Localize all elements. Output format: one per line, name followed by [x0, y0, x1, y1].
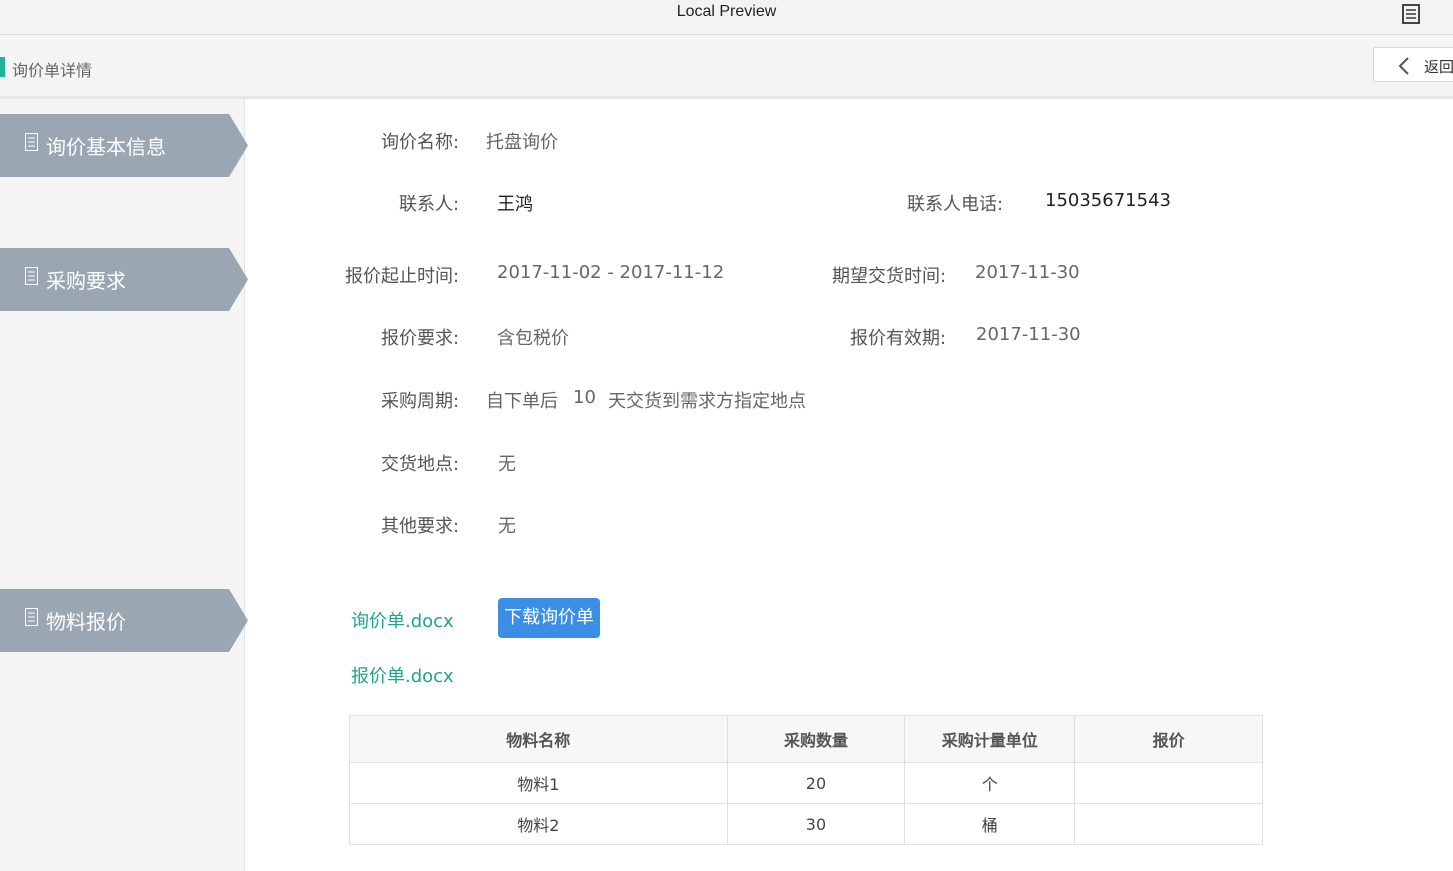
cell-material-name: 物料2 — [349, 803, 728, 845]
title-accent-bar — [0, 57, 5, 77]
nav-tab-label: 询价基本信息 — [46, 135, 166, 159]
col-header-quote: 报价 — [1074, 715, 1263, 763]
table-row: 物料2 30 桶 — [349, 803, 1263, 845]
nav-tab-label: 采购要求 — [46, 269, 126, 293]
inquiry-name-value: 托盘询价 — [486, 132, 558, 153]
quote-file-link[interactable]: 报价单.docx — [351, 662, 454, 688]
list-icon[interactable] — [1400, 3, 1422, 25]
col-header-unit: 采购计量单位 — [904, 715, 1076, 763]
delivery-date-value: 2017-11-30 — [975, 262, 1080, 283]
other-requirements-label: 其他要求: — [381, 516, 460, 537]
material-table: 物料名称 采购数量 采购计量单位 报价 物料1 20 个 物料2 30 桶 — [349, 715, 1263, 845]
purchase-cycle-label: 采购周期: — [381, 391, 460, 412]
document-icon — [25, 267, 38, 285]
quote-period-value: 2017-11-02 - 2017-11-12 — [497, 262, 725, 283]
purchase-cycle-suffix: 天交货到需求方指定地点 — [608, 391, 806, 412]
cell-quantity: 20 — [726, 762, 906, 804]
back-label: 返回 — [1424, 58, 1453, 76]
contact-label: 联系人: — [399, 194, 460, 215]
delivery-date-label: 期望交货时间: — [832, 266, 947, 287]
table-header-row: 物料名称 采购数量 采购计量单位 报价 — [349, 715, 1263, 763]
purchase-cycle-days: 10 — [573, 387, 596, 408]
back-button[interactable]: 返回 — [1373, 47, 1453, 82]
cell-material-name: 物料1 — [349, 762, 728, 804]
cell-quantity: 30 — [726, 803, 906, 845]
col-header-material-name: 物料名称 — [349, 715, 728, 763]
phone-value: 15035671543 — [1045, 190, 1171, 211]
document-icon — [25, 608, 38, 626]
cell-quote — [1074, 762, 1263, 804]
inquiry-name-label: 询价名称: — [381, 132, 460, 153]
contact-value: 王鸿 — [497, 194, 533, 215]
nav-tab-basic-info[interactable]: 询价基本信息 — [0, 114, 249, 177]
delivery-place-label: 交货地点: — [381, 454, 460, 475]
purchase-cycle-prefix: 自下单后 — [486, 391, 558, 412]
quote-requirement-value: 含包税价 — [497, 328, 569, 349]
cell-unit: 桶 — [904, 803, 1076, 845]
quote-validity-label: 报价有效期: — [850, 328, 947, 349]
window-titlebar: Local Preview — [0, 0, 1453, 35]
cell-quote — [1074, 803, 1263, 845]
inquiry-file-link[interactable]: 询价单.docx — [351, 607, 454, 633]
cell-unit: 个 — [904, 762, 1076, 804]
col-header-quantity: 采购数量 — [726, 715, 906, 763]
section-nav-sidebar: 询价基本信息 采购要求 物料报价 — [0, 99, 248, 871]
nav-tab-label: 物料报价 — [46, 610, 126, 634]
other-requirements-value: 无 — [498, 516, 516, 537]
phone-label: 联系人电话: — [907, 194, 1004, 215]
page-header: 询价单详情 返回 — [0, 35, 1453, 99]
delivery-place-value: 无 — [498, 454, 516, 475]
chevron-left-icon — [1398, 57, 1409, 75]
document-icon — [25, 133, 38, 151]
nav-tab-purchase-requirements[interactable]: 采购要求 — [0, 248, 249, 311]
quote-requirement-label: 报价要求: — [381, 328, 460, 349]
window-title: Local Preview — [676, 3, 777, 20]
quote-period-label: 报价起止时间: — [345, 266, 460, 287]
nav-tab-material-quotes[interactable]: 物料报价 — [0, 589, 249, 652]
download-inquiry-button[interactable]: 下载询价单 — [498, 598, 600, 638]
table-row: 物料1 20 个 — [349, 762, 1263, 804]
page-title: 询价单详情 — [12, 61, 93, 80]
quote-validity-value: 2017-11-30 — [976, 324, 1081, 345]
